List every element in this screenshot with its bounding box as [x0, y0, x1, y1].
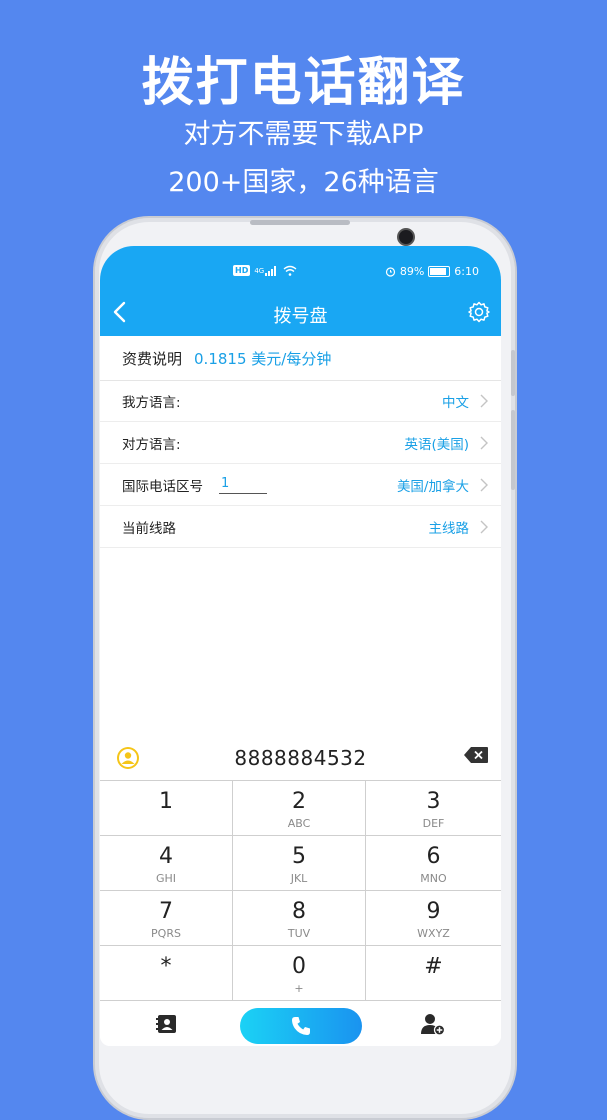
battery-fill	[430, 268, 447, 275]
keypad-key-0[interactable]: 0 +	[233, 946, 366, 1001]
keypad-key-hash[interactable]: #	[366, 946, 501, 1001]
country-code-label: 国际电话区号	[122, 478, 203, 495]
status-left: HD 4G	[233, 265, 297, 276]
chevron-right-icon	[480, 436, 488, 450]
country-name: 美国/加拿大	[396, 478, 469, 495]
key-digit: 6	[426, 844, 441, 869]
phone-icon	[292, 1017, 310, 1035]
key-digit: 7	[159, 899, 173, 924]
phone-power-button	[511, 410, 515, 490]
current-line-value: 主线路	[428, 520, 470, 537]
key-digit: #	[424, 954, 443, 979]
other-language-value: 英语(美国)	[404, 436, 469, 453]
dialed-number-row: 8888884532	[100, 738, 501, 780]
rate-value: 0.1815 美元/每分钟	[194, 349, 332, 368]
key-letters: ABC	[287, 817, 311, 830]
backspace-icon[interactable]	[463, 746, 489, 764]
country-code-row[interactable]: 国际电话区号 美国/加拿大	[100, 464, 501, 506]
gear-icon[interactable]	[467, 300, 491, 324]
page-title: 拨号盘	[273, 306, 328, 327]
battery-icon	[428, 266, 451, 277]
phone-camera	[397, 228, 415, 246]
other-language-row[interactable]: 对方语言: 英语(美国)	[100, 422, 501, 464]
keypad-key-9[interactable]: 9 WXYZ	[366, 891, 501, 946]
promo-title: 拨打电话翻译	[141, 53, 466, 113]
my-language-value: 中文	[442, 394, 469, 411]
keypad-key-7[interactable]: 7 PQRS	[100, 891, 233, 946]
chevron-right-icon	[480, 520, 488, 534]
bottom-bar	[100, 1002, 501, 1046]
key-letters: WXYZ	[417, 927, 450, 940]
chevron-right-icon	[480, 478, 488, 492]
phone-screen: HD 4G 89% 6:10 拨号盘 资费说明 0.1815 美元/每分钟 我方…	[100, 246, 501, 1046]
status-right: 89% 6:10	[385, 265, 479, 278]
key-digit: *	[160, 954, 172, 979]
battery-percent: 89%	[399, 265, 425, 278]
other-language-label: 对方语言:	[122, 436, 181, 453]
key-digit: 0	[292, 954, 306, 979]
keypad-key-4[interactable]: 4 GHI	[100, 836, 233, 891]
alarm-icon	[385, 267, 395, 277]
status-time: 6:10	[454, 265, 479, 278]
current-line-row[interactable]: 当前线路 主线路	[100, 506, 501, 548]
current-line-label: 当前线路	[122, 520, 176, 537]
key-digit: 9	[426, 899, 441, 924]
chevron-right-icon	[480, 394, 488, 408]
key-digit: 3	[426, 789, 441, 814]
promo-subtitle-2: 200+国家，26种语言	[168, 167, 439, 198]
phone-speaker	[250, 220, 350, 225]
key-letters: TUV	[287, 927, 311, 940]
hd-badge: HD	[233, 265, 251, 276]
contacts-book-icon[interactable]	[156, 1014, 178, 1034]
key-letters: GHI	[155, 872, 177, 885]
rate-label: 资费说明	[122, 349, 183, 368]
key-letters: MNO	[420, 872, 447, 885]
key-digit: 2	[292, 789, 306, 814]
keypad-key-8[interactable]: 8 TUV	[233, 891, 366, 946]
keypad: 1 2 ABC 3 DEF 4 GHI 5 JKL 6 MNO 7 PQRS 8 TUV 9 WXYZ * 0 + #	[100, 780, 501, 1003]
key-digit: 4	[159, 844, 173, 869]
key-digit: 5	[292, 844, 306, 869]
promo-subtitle-1: 对方不需要下载APP	[183, 119, 424, 150]
key-letters: PQRS	[151, 927, 181, 940]
key-digit: 1	[159, 789, 173, 814]
keypad-key-3[interactable]: 3 DEF	[366, 781, 501, 836]
my-language-label: 我方语言:	[122, 394, 181, 411]
keypad-key-5[interactable]: 5 JKL	[233, 836, 366, 891]
add-contact-icon[interactable]	[420, 1012, 446, 1036]
call-button[interactable]	[240, 1008, 362, 1044]
keypad-key-2[interactable]: 2 ABC	[233, 781, 366, 836]
wifi-icon	[283, 265, 297, 276]
keypad-key-star[interactable]: *	[100, 946, 233, 1001]
rate-info-row: 资费说明 0.1815 美元/每分钟	[100, 336, 501, 381]
keypad-key-6[interactable]: 6 MNO	[366, 836, 501, 891]
key-digit: 8	[292, 899, 306, 924]
key-letters: DEF	[422, 817, 445, 830]
network-label: 4G	[254, 266, 265, 275]
my-language-row[interactable]: 我方语言: 中文	[100, 380, 501, 422]
dialed-number: 8888884532	[234, 746, 367, 770]
key-letters: JKL	[290, 872, 308, 885]
country-code-input[interactable]	[219, 475, 267, 494]
signal-icon	[265, 265, 277, 276]
key-letters: +	[294, 982, 304, 995]
status-bar: HD 4G 89% 6:10	[100, 265, 501, 281]
phone-volume-button	[511, 350, 515, 396]
keypad-key-1[interactable]: 1	[100, 781, 233, 836]
app-bar: HD 4G 89% 6:10 拨号盘	[100, 246, 501, 336]
